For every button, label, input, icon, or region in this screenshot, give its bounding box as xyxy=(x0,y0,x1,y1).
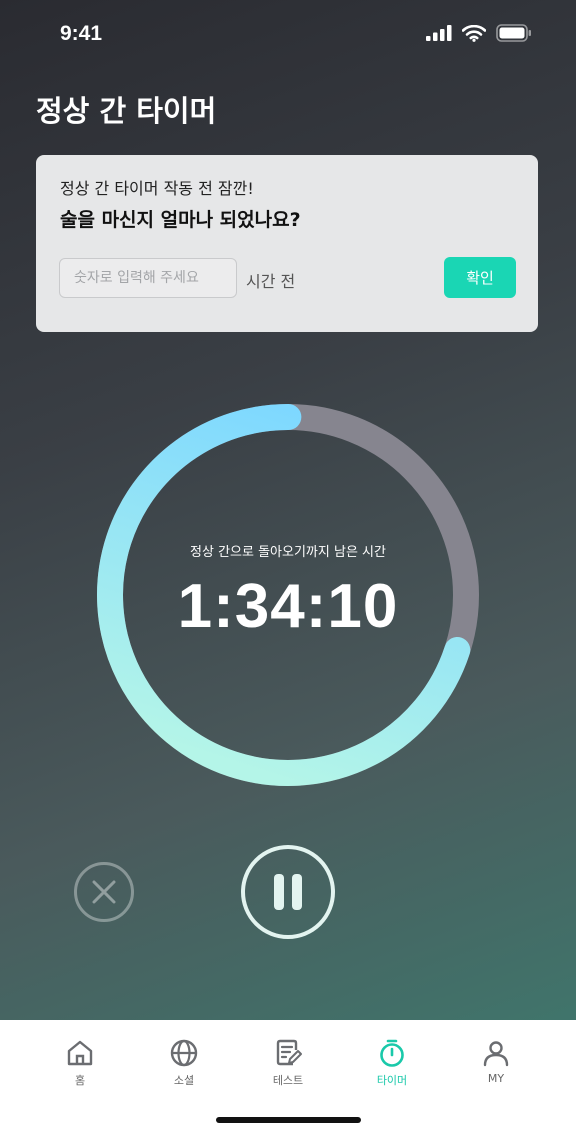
tab-home-label: 홈 xyxy=(74,1074,86,1087)
tab-test-label: 테스트 xyxy=(272,1074,304,1087)
tab-my-label: MY xyxy=(487,1072,505,1085)
person-icon xyxy=(483,1041,509,1067)
status-time: 9:41 xyxy=(60,22,103,45)
bottom-tab-bar: 홈 소셜 테스트 타이머 MY xyxy=(0,1020,576,1132)
card-question: 술을 마신지 얼마나 되었나요? xyxy=(60,209,301,231)
cancel-button[interactable] xyxy=(74,862,134,922)
tab-social[interactable]: 소셜 xyxy=(144,1038,224,1088)
tab-timer[interactable]: 타이머 xyxy=(352,1038,432,1088)
tab-my[interactable]: MY xyxy=(456,1038,536,1085)
page-title: 정상 간 타이머 xyxy=(36,94,217,128)
home-indicator xyxy=(216,1117,361,1123)
hours-unit-label: 시간 전 xyxy=(246,272,296,291)
tab-home[interactable]: 홈 xyxy=(40,1038,120,1088)
timer-icon xyxy=(380,1039,404,1067)
tab-timer-label: 타이머 xyxy=(376,1074,408,1087)
timer-ring: 정상 간으로 돌아오기까지 남은 시간 1:34:10 xyxy=(96,403,480,787)
cellular-signal-icon xyxy=(426,25,452,41)
confirm-button[interactable]: 확인 xyxy=(444,257,516,298)
card-subtitle: 정상 간 타이머 작동 전 잠깐! xyxy=(60,179,254,198)
status-bar: 9:41 xyxy=(0,0,576,70)
drink-time-card: 정상 간 타이머 작동 전 잠깐! 술을 마신지 얼마나 되었나요? 시간 전 … xyxy=(36,155,538,332)
timer-remaining: 1:34:10 xyxy=(177,572,399,641)
timer-caption: 정상 간으로 돌아오기까지 남은 시간 xyxy=(190,545,386,560)
tab-social-label: 소셜 xyxy=(173,1074,195,1087)
home-icon xyxy=(67,1040,93,1066)
tab-test[interactable]: 테스트 xyxy=(248,1038,328,1088)
status-icons xyxy=(426,24,532,42)
test-sheet-icon xyxy=(276,1039,302,1066)
timer-screen: 9:41 정상 간 타이머 정상 간 타이머 작동 전 잠깐! 술을 마신지 얼… xyxy=(0,0,576,1132)
pause-icon xyxy=(274,874,302,910)
globe-icon xyxy=(170,1039,198,1067)
wifi-icon xyxy=(462,24,486,42)
close-icon xyxy=(92,880,116,904)
pause-button[interactable] xyxy=(241,845,335,939)
battery-icon xyxy=(496,24,531,42)
hours-input[interactable] xyxy=(59,258,237,298)
